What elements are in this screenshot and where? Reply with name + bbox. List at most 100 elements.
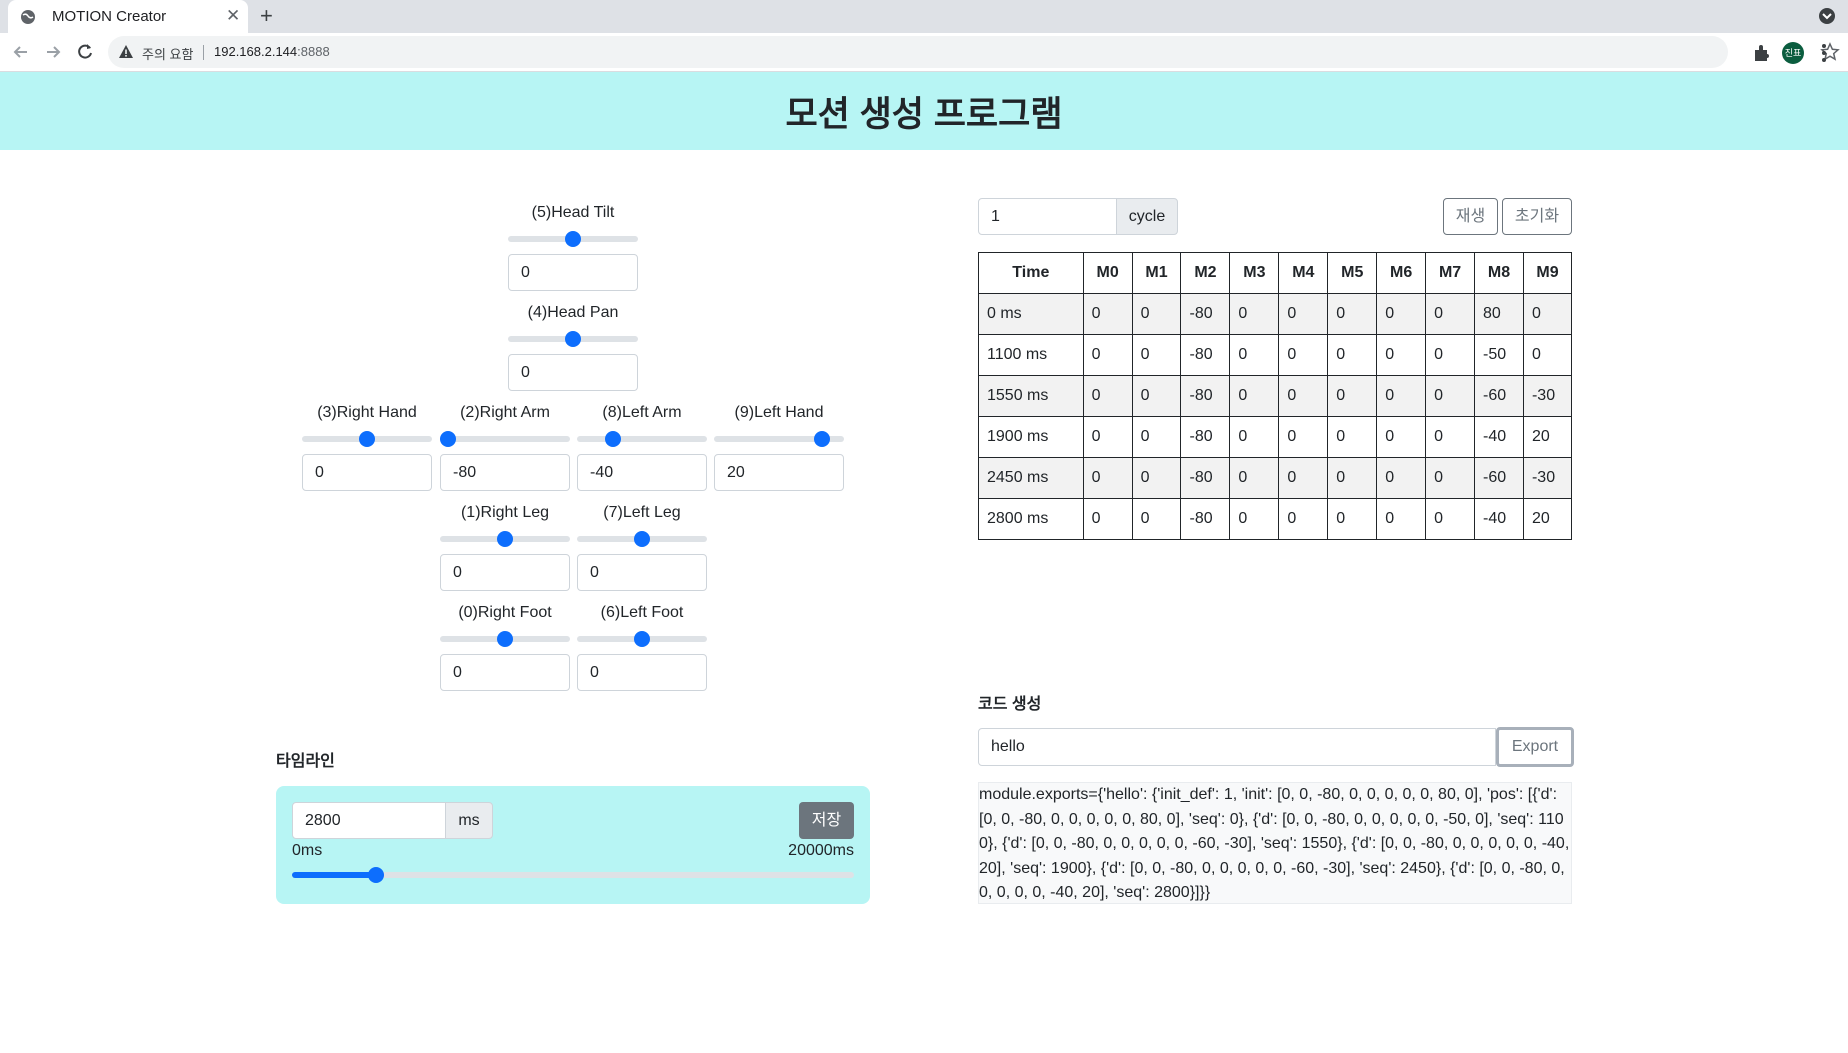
- joint-head-tilt: (5)Head Tilt 0: [508, 202, 638, 291]
- slider-thumb[interactable]: [565, 231, 581, 247]
- forward-icon[interactable]: [42, 41, 64, 63]
- table-row[interactable]: 1900 ms 0 0 -80 0 0 0 0 0 -40 20: [978, 416, 1573, 458]
- motion-table: Time M0 M1 M2 M3 M4 M5 M6 M7 M8 M9 0 ms 0 0 -80 0 0 0 0 0 8…: [978, 252, 1573, 540]
- right-hand-input[interactable]: 0: [302, 454, 432, 491]
- left-arm-input[interactable]: -40: [577, 454, 707, 491]
- slider-thumb[interactable]: [634, 531, 650, 547]
- table-cell: 0: [1376, 416, 1427, 458]
- slider-thumb[interactable]: [497, 531, 513, 547]
- table-cell: 0: [1425, 375, 1476, 417]
- back-icon[interactable]: [10, 41, 32, 63]
- table-header-cell: M6: [1376, 252, 1427, 294]
- left-leg-label: (7)Left Leg: [603, 504, 681, 521]
- table-header-cell: M8: [1474, 252, 1524, 294]
- table-cell: 0: [1425, 498, 1476, 540]
- right-leg-slider[interactable]: [440, 530, 570, 548]
- play-button[interactable]: 재생: [1443, 198, 1498, 235]
- table-header-cell: M2: [1180, 252, 1231, 294]
- right-foot-input[interactable]: 0: [440, 654, 570, 691]
- head-tilt-label: (5)Head Tilt: [531, 204, 615, 221]
- slider-thumb[interactable]: [565, 331, 581, 347]
- timeline-slider[interactable]: [292, 866, 854, 884]
- slider-thumb[interactable]: [814, 431, 830, 447]
- left-foot-slider[interactable]: [577, 630, 707, 648]
- tab-search-icon[interactable]: [1818, 7, 1836, 25]
- timeline-fill: [292, 872, 376, 878]
- reload-icon[interactable]: [74, 41, 96, 63]
- table-cell: 0: [1425, 457, 1476, 499]
- page-header: 모션 생성 프로그램: [0, 72, 1848, 150]
- url-text[interactable]: 192.168.2.144:8888: [214, 44, 330, 59]
- table-cell: 0: [1082, 498, 1133, 540]
- table-cell: 0: [1327, 498, 1378, 540]
- table-row[interactable]: 2800 ms 0 0 -80 0 0 0 0 0 -40 20: [978, 498, 1573, 540]
- left-arm-slider[interactable]: [577, 430, 707, 448]
- address-bar[interactable]: 주의 요함 192.168.2.144:8888: [108, 36, 1840, 68]
- security-label[interactable]: 주의 요함: [142, 44, 193, 63]
- cycle-input[interactable]: 1: [978, 198, 1117, 235]
- table-cell: 0: [1082, 334, 1133, 376]
- head-pan-label: (4)Head Pan: [527, 304, 619, 321]
- more-menu-icon[interactable]: [1818, 42, 1830, 64]
- left-leg-input[interactable]: 0: [577, 554, 707, 591]
- url-host: 192.168.2.144: [214, 44, 298, 59]
- table-cell: 20: [1522, 498, 1573, 540]
- table-cell: 0: [1082, 416, 1133, 458]
- table-row[interactable]: 1550 ms 0 0 -80 0 0 0 0 0 -60 -30: [978, 375, 1573, 417]
- new-tab-icon[interactable]: +: [260, 4, 273, 28]
- motion-name-input[interactable]: hello: [978, 728, 1496, 766]
- left-foot-input[interactable]: 0: [577, 654, 707, 691]
- head-tilt-slider[interactable]: [508, 230, 638, 248]
- table-cell: 0: [1278, 375, 1329, 417]
- joint-left-arm: (8)Left Arm -40: [577, 402, 707, 491]
- table-cell: 20: [1522, 416, 1573, 458]
- table-cell: -80: [1180, 498, 1231, 540]
- table-cell: 0: [1229, 293, 1280, 335]
- slider-thumb[interactable]: [605, 431, 621, 447]
- right-foot-slider[interactable]: [440, 630, 570, 648]
- table-cell: 0: [1229, 416, 1280, 458]
- right-arm-label: (2)Right Arm: [460, 404, 550, 421]
- export-button[interactable]: Export: [1496, 727, 1574, 767]
- table-cell: 1900 ms: [978, 416, 1084, 458]
- right-arm-slider[interactable]: [440, 430, 570, 448]
- slider-thumb[interactable]: [440, 431, 456, 447]
- extensions-icon[interactable]: [1752, 43, 1772, 63]
- save-button[interactable]: 저장: [799, 802, 854, 839]
- time-input[interactable]: 2800: [292, 802, 446, 839]
- left-hand-slider[interactable]: [714, 430, 844, 448]
- joint-head-pan: (4)Head Pan 0: [508, 302, 638, 391]
- slider-thumb[interactable]: [497, 631, 513, 647]
- table-cell: 0: [1425, 416, 1476, 458]
- warning-icon[interactable]: [118, 44, 134, 60]
- timeline-thumb[interactable]: [368, 867, 384, 883]
- profile-avatar[interactable]: 진표: [1782, 42, 1804, 64]
- slider-track: [440, 436, 570, 442]
- right-arm-input[interactable]: -80: [440, 454, 570, 491]
- right-leg-input[interactable]: 0: [440, 554, 570, 591]
- table-row[interactable]: 2450 ms 0 0 -80 0 0 0 0 0 -60 -30: [978, 457, 1573, 499]
- browser-tabstrip: MOTION Creator ✕ +: [0, 0, 1848, 33]
- browser-tab[interactable]: MOTION Creator ✕: [8, 0, 248, 33]
- table-body: 0 ms 0 0 -80 0 0 0 0 0 80 0 1100 ms 0 0 -80 0 0 0 0 0 -50 0 15…: [978, 293, 1573, 540]
- table-cell: 0: [1425, 293, 1476, 335]
- right-hand-slider[interactable]: [302, 430, 432, 448]
- close-icon[interactable]: ✕: [226, 6, 240, 26]
- table-row[interactable]: 0 ms 0 0 -80 0 0 0 0 0 80 0: [978, 293, 1573, 335]
- head-pan-input[interactable]: 0: [508, 354, 638, 391]
- head-tilt-input[interactable]: 0: [508, 254, 638, 291]
- table-cell: 0: [1327, 375, 1378, 417]
- table-cell: -80: [1180, 416, 1231, 458]
- left-leg-slider[interactable]: [577, 530, 707, 548]
- table-cell: 0: [1229, 334, 1280, 376]
- table-cell: 0: [1376, 375, 1427, 417]
- slider-thumb[interactable]: [634, 631, 650, 647]
- slider-thumb[interactable]: [359, 431, 375, 447]
- table-cell: 2450 ms: [978, 457, 1084, 499]
- left-hand-input[interactable]: 20: [714, 454, 844, 491]
- head-pan-slider[interactable]: [508, 330, 638, 348]
- table-row[interactable]: 1100 ms 0 0 -80 0 0 0 0 0 -50 0: [978, 334, 1573, 376]
- table-cell: 0: [1131, 416, 1182, 458]
- reset-button[interactable]: 초기화: [1502, 198, 1572, 235]
- table-cell: 0: [1522, 334, 1573, 376]
